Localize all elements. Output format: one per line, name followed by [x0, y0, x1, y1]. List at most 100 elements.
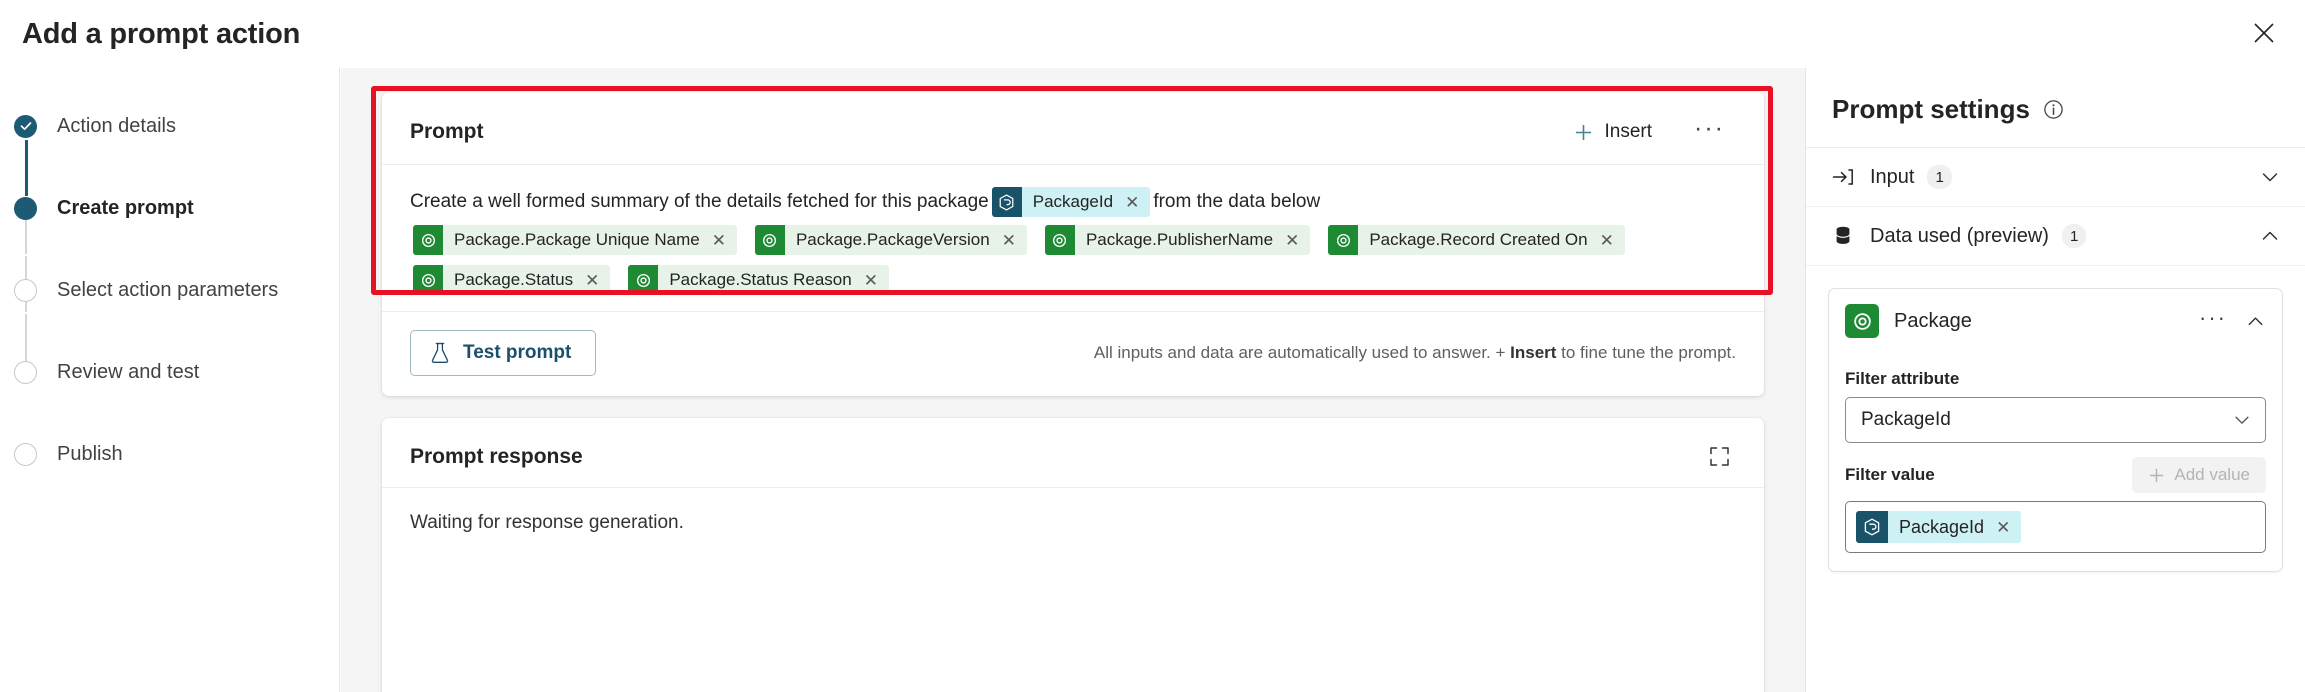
settings-section-count: 1: [2061, 224, 2087, 248]
data-source-overflow-menu-button[interactable]: ···: [2195, 307, 2231, 335]
database-icon: [1830, 225, 1856, 247]
hint-insert-emphasis: Insert: [1510, 343, 1557, 362]
token-label: Package.PublisherName: [1085, 230, 1274, 249]
data-token-record-created-on[interactable]: Package.Record Created On ✕: [1328, 225, 1625, 255]
data-source-body: Filter attribute PackageId Filter value …: [1829, 353, 2282, 571]
token-remove-icon[interactable]: ✕: [582, 272, 610, 289]
prompt-settings-header: Prompt settings: [1806, 68, 2305, 148]
token-remove-icon[interactable]: ✕: [1122, 194, 1150, 211]
prompt-card: Prompt Insert ··· Create a well formed s…: [382, 92, 1764, 396]
token-remove-icon[interactable]: ✕: [999, 232, 1027, 249]
prompt-data-chips: Package.Package Unique Name ✕ Package.Pa…: [410, 225, 1736, 295]
prompt-overflow-menu-button[interactable]: ···: [1683, 114, 1736, 150]
step-pending-icon: [14, 442, 37, 466]
data-token-package-unique-name[interactable]: Package.Package Unique Name ✕: [413, 225, 737, 255]
data-token-package-version[interactable]: Package.PackageVersion ✕: [754, 225, 1027, 255]
filter-value-token-packageid[interactable]: PackageId ✕: [1856, 511, 2022, 543]
token-label: PackageId: [1032, 192, 1114, 211]
close-button[interactable]: [2241, 10, 2287, 56]
table-column-icon: [1328, 225, 1359, 255]
prompt-response-title: Prompt response: [410, 444, 583, 468]
sidebar-item-label: Review and test: [57, 360, 200, 383]
add-value-button-label: Add value: [2174, 465, 2250, 484]
token-remove-icon[interactable]: ✕: [1993, 519, 2021, 536]
insert-button-label: Insert: [1604, 121, 1653, 142]
expand-response-button[interactable]: [1703, 440, 1736, 473]
expand-icon: [1709, 446, 1730, 467]
prompt-token-packageid[interactable]: PackageId ✕: [991, 187, 1151, 217]
prompt-settings-title: Prompt settings: [1832, 94, 2030, 124]
prompt-response-card: Prompt response Waiting for response gen…: [382, 418, 1764, 692]
settings-section-input[interactable]: Input 1: [1806, 148, 2305, 207]
data-source-actions: ···: [2195, 307, 2266, 335]
token-label: Package.Package Unique Name: [454, 230, 700, 249]
settings-section-label: Data used (preview): [1870, 224, 2049, 247]
step-complete-icon: [14, 114, 37, 138]
prompt-card-title: Prompt: [410, 120, 484, 143]
chevron-up-icon[interactable]: [2245, 311, 2266, 332]
prompt-editor[interactable]: Create a well formed summary of the deta…: [382, 165, 1764, 311]
wizard-sidebar: Action details Create prompt Select acti…: [0, 68, 340, 692]
token-remove-icon[interactable]: ✕: [861, 272, 889, 289]
table-column-icon: [1044, 225, 1075, 255]
data-source-name: Package: [1894, 309, 1972, 332]
table-column-icon: [754, 225, 785, 255]
token-label: Package.Status: [454, 270, 574, 289]
chevron-up-icon[interactable]: [2259, 225, 2281, 247]
insert-button[interactable]: Insert: [1565, 116, 1661, 148]
filter-value-row: Filter value Add value: [1845, 457, 2266, 493]
data-token-status[interactable]: Package.Status ✕: [413, 265, 611, 295]
data-source-card-package: Package ··· Filter attribute PackageId F…: [1828, 288, 2283, 572]
token-label: Package.PackageVersion: [795, 230, 990, 249]
table-column-icon: [413, 225, 443, 255]
settings-section-data-used[interactable]: Data used (preview) 1: [1806, 207, 2305, 266]
sidebar-item-label: Action details: [57, 114, 176, 137]
data-token-publisher-name[interactable]: Package.PublisherName ✕: [1044, 225, 1311, 255]
prompt-response-body: Waiting for response generation.: [410, 512, 684, 533]
settings-section-count: 1: [1927, 165, 1952, 189]
chip-row: Package.Package Unique Name ✕ Package.Pa…: [410, 225, 1736, 255]
window-title-bar: Add a prompt action: [0, 0, 2305, 68]
dataverse-token-icon: [1856, 511, 1888, 543]
hint-suffix: to fine tune the prompt.: [1556, 343, 1736, 362]
prompt-card-actions: Insert ···: [1565, 114, 1736, 150]
sidebar-item-review-and-test[interactable]: Review and test: [14, 354, 339, 390]
sidebar-item-publish[interactable]: Publish: [14, 436, 339, 472]
filter-attribute-value: PackageId: [1861, 409, 1951, 430]
hint-prefix: All inputs and data are automatically us…: [1093, 343, 1511, 362]
filter-attribute-select[interactable]: PackageId: [1845, 397, 2266, 443]
data-token-status-reason[interactable]: Package.Status Reason ✕: [628, 265, 889, 295]
prompt-response-header: Prompt response: [382, 418, 1764, 488]
filter-value-label: Filter value: [1845, 465, 1935, 484]
add-value-button[interactable]: Add value: [2132, 457, 2266, 493]
sidebar-item-select-action-parameters[interactable]: Select action parameters: [14, 272, 339, 308]
table-column-icon: [628, 265, 659, 295]
filter-value-field[interactable]: PackageId ✕: [1845, 501, 2266, 553]
data-source-header[interactable]: Package ···: [1829, 289, 2282, 353]
prompt-settings-panel: Prompt settings Input 1 Data used (previ…: [1805, 68, 2305, 692]
sidebar-item-create-prompt[interactable]: Create prompt: [14, 190, 339, 226]
prompt-card-header: Prompt Insert ···: [382, 92, 1764, 165]
settings-section-label: Input: [1870, 165, 1915, 188]
chevron-down-icon: [2232, 410, 2252, 430]
info-icon[interactable]: [2043, 99, 2064, 120]
token-remove-icon[interactable]: ✕: [1282, 232, 1310, 249]
test-prompt-button[interactable]: Test prompt: [410, 330, 597, 376]
close-icon: [2253, 22, 2275, 44]
prompt-footer-hint: All inputs and data are automatically us…: [1094, 343, 1736, 363]
prompt-text-before: Create a well formed summary of the deta…: [410, 191, 989, 212]
token-remove-icon[interactable]: ✕: [1597, 232, 1625, 249]
step-pending-icon: [14, 360, 37, 384]
sidebar-item-label: Publish: [57, 442, 123, 465]
sidebar-item-action-details[interactable]: Action details: [14, 108, 339, 144]
step-connector-filled: [24, 140, 28, 196]
sidebar-item-label: Select action parameters: [57, 278, 279, 301]
beaker-icon: [430, 342, 450, 364]
token-label: Package.Record Created On: [1369, 230, 1588, 249]
input-arrow-icon: [1830, 167, 1856, 187]
token-remove-icon[interactable]: ✕: [709, 232, 737, 249]
token-label: Package.Status Reason: [669, 270, 852, 289]
chevron-down-icon[interactable]: [2259, 166, 2281, 188]
table-icon: [1845, 304, 1879, 338]
page-title: Add a prompt action: [22, 17, 301, 50]
